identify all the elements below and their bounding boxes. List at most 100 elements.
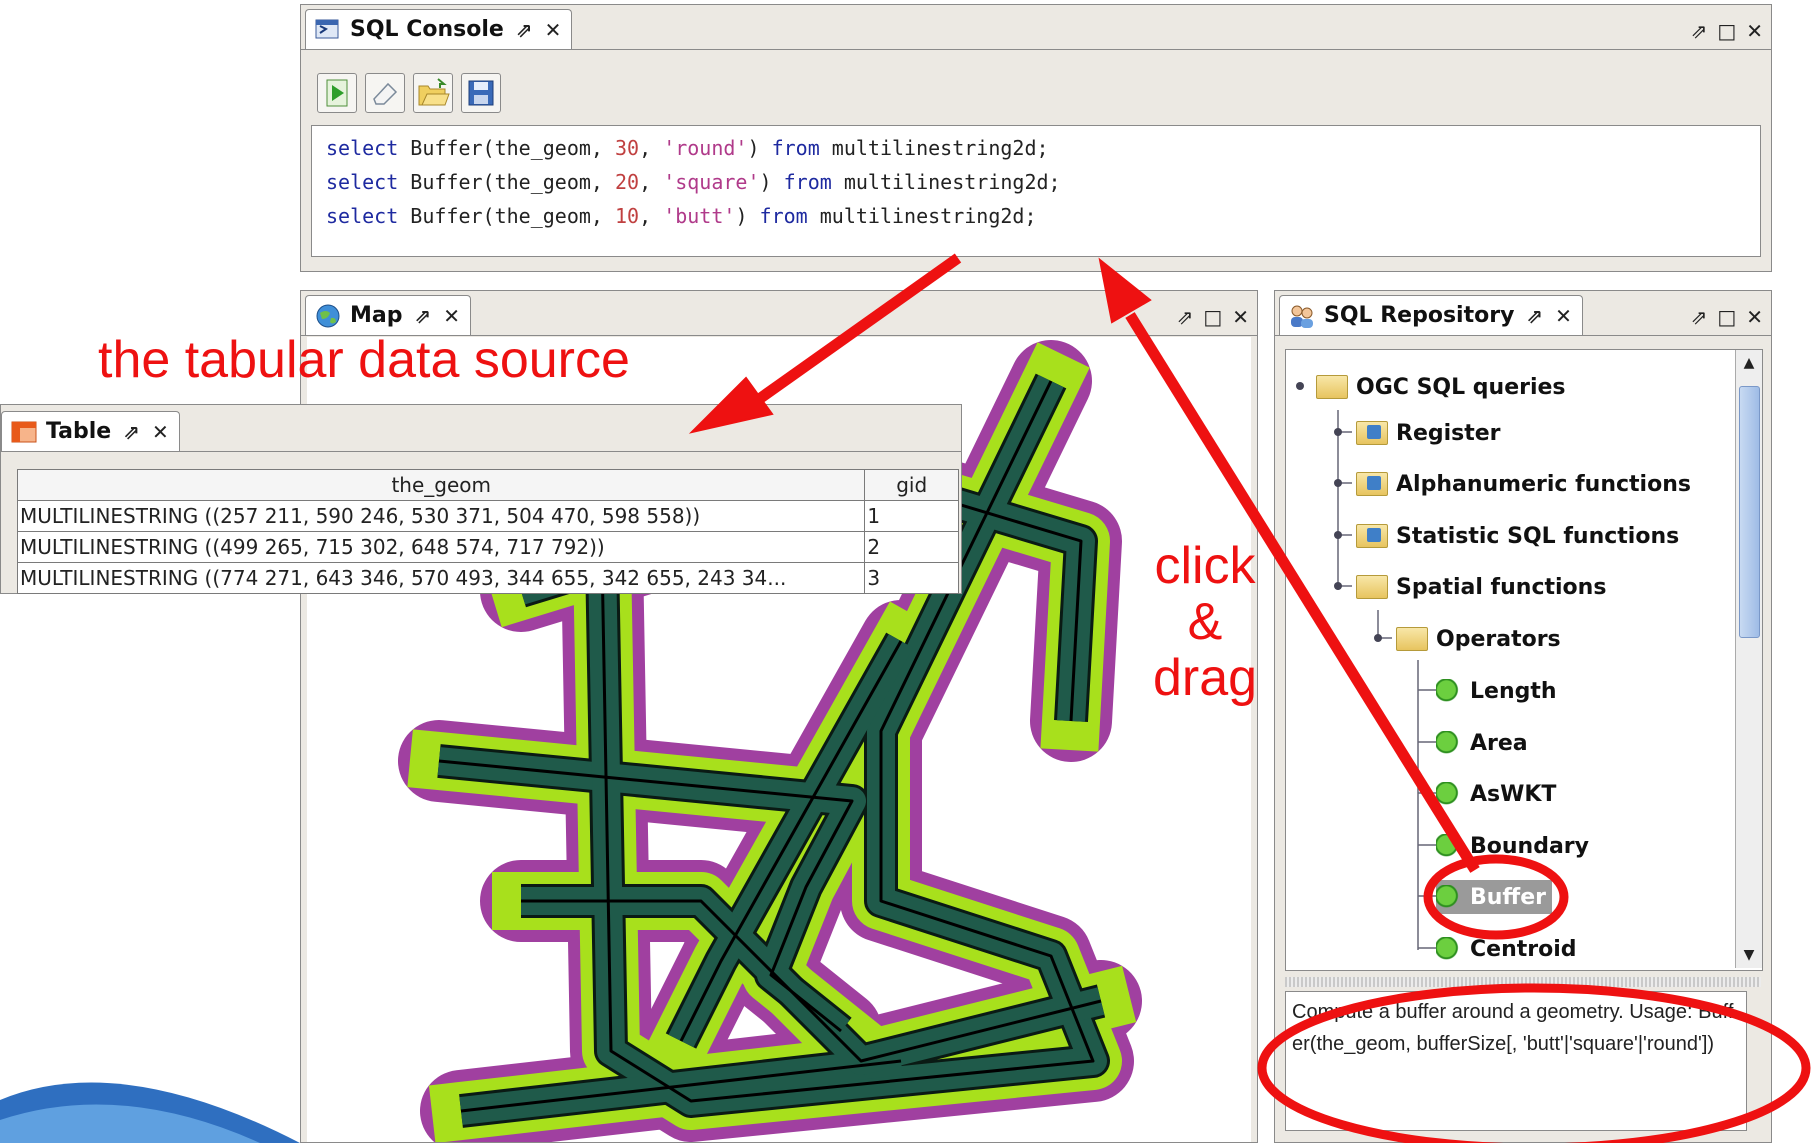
close-icon[interactable]: ✕ [1746, 305, 1763, 329]
undock-icon[interactable]: ⇗ [1526, 304, 1543, 328]
scrollbar-thumb[interactable] [1739, 386, 1760, 638]
tab-table[interactable]: Table ⇗ ✕ [1, 411, 180, 451]
tree-item-ogc-sql-queries[interactable]: OGC SQL queries [1316, 370, 1566, 404]
open-button[interactable] [413, 73, 453, 113]
eraser-icon [373, 82, 398, 105]
sql-text: , [639, 136, 664, 160]
sql-repository-panel: SQL Repository ⇗ ✕ ⇗ □ ✕ OGC SQL queries… [1274, 290, 1772, 1143]
sql-console-toolbar [317, 73, 537, 113]
tree-item-operators[interactable]: Operators [1396, 622, 1561, 656]
tree-item-aswkt[interactable]: AsWKT [1436, 777, 1556, 811]
sql-keyword: select [326, 170, 399, 194]
attribute-table: the_geom gid MULTILINESTRING ((257 211, … [16, 469, 959, 594]
undock-icon[interactable]: ⇗ [1177, 305, 1194, 329]
tab-sql-repository[interactable]: SQL Repository ⇗ ✕ [1279, 295, 1583, 335]
table-icon [11, 421, 37, 442]
execute-button[interactable] [317, 73, 357, 113]
tree-item-statistic-sql-functions[interactable]: Statistic SQL functions [1356, 519, 1679, 553]
close-icon[interactable]: ✕ [443, 304, 460, 328]
sql-keyword: select [326, 136, 399, 160]
scroll-up-icon[interactable]: ▲ [1736, 350, 1762, 376]
undock-icon[interactable]: ⇗ [1691, 19, 1708, 43]
table-cell[interactable]: MULTILINESTRING ((257 211, 590 246, 530 … [16, 500, 866, 532]
sql-keyword: from [759, 204, 808, 228]
sql-editor[interactable]: select Buffer(the_geom, 30, 'round') fro… [311, 125, 1761, 257]
users-icon [1291, 305, 1313, 328]
tree-item-label: Alphanumeric functions [1396, 471, 1691, 497]
tree-item-label: OGC SQL queries [1356, 374, 1566, 400]
sql-string: 'square' [663, 170, 760, 194]
sql-text: multilinestring2d; [807, 204, 1037, 228]
sql-console-icon [315, 19, 339, 38]
folder-open-icon [418, 78, 450, 106]
table-row[interactable]: MULTILINESTRING ((257 211, 590 246, 530 … [16, 500, 959, 532]
tab-sql-console[interactable]: SQL Console ⇗ ✕ [305, 9, 573, 49]
table-cell[interactable]: 3 [864, 562, 959, 594]
table-row[interactable]: MULTILINESTRING ((774 271, 643 346, 570 … [16, 562, 959, 594]
floppy-icon [468, 80, 494, 106]
table-cell[interactable]: 2 [864, 531, 959, 563]
close-icon[interactable]: ✕ [152, 420, 169, 444]
tree-item-label: Statistic SQL functions [1396, 523, 1680, 549]
sql-text: Buffer(the_geom, [398, 136, 615, 160]
sql-text: ) [735, 204, 760, 228]
table-cell[interactable]: 1 [864, 500, 959, 532]
tree-item-register[interactable]: Register [1356, 416, 1501, 450]
table-tabstrip: Table ⇗ ✕ [1, 405, 961, 452]
sql-text: ) [759, 170, 784, 194]
undock-icon[interactable]: ⇗ [123, 420, 140, 444]
sql-number: 20 [615, 170, 640, 194]
puzzle-icon [1436, 937, 1462, 961]
tree-item-buffer[interactable]: Buffer [1436, 880, 1553, 914]
tree-scrollbar[interactable]: ▲ ▼ [1735, 350, 1762, 968]
sql-string: 'butt' [663, 204, 736, 228]
sql-line-1: select Buffer(the_geom, 30, 'round') fro… [326, 136, 1049, 160]
save-button[interactable] [461, 73, 501, 113]
undock-icon[interactable]: ⇗ [1691, 305, 1708, 329]
close-icon[interactable]: ✕ [1555, 304, 1572, 328]
sql-text: , [639, 170, 664, 194]
sql-text: ) [747, 136, 772, 160]
table-cell[interactable]: MULTILINESTRING ((774 271, 643 346, 570 … [16, 562, 866, 594]
maximize-icon[interactable]: □ [1717, 19, 1736, 43]
close-icon[interactable]: ✕ [1746, 19, 1763, 43]
drag-text: drag [1152, 649, 1258, 707]
folder-icon [1356, 524, 1388, 548]
function-tree[interactable]: OGC SQL queries Register Alphanumeric fu… [1285, 349, 1763, 971]
sql-text: , [639, 204, 664, 228]
sql-console-panel: SQL Console ⇗ ✕ ⇗ □ ✕ select Buffer(the_… [300, 4, 1772, 272]
description-text: Compute a buffer around a geometry. Usag… [1292, 1001, 1734, 1055]
sql-line-2: select Buffer(the_geom, 20, 'square') fr… [326, 170, 1061, 194]
column-header-the-geom[interactable]: the_geom [16, 469, 866, 501]
clear-button[interactable] [365, 73, 405, 113]
sql-string: 'round' [663, 136, 748, 160]
tab-map[interactable]: Map ⇗ ✕ [305, 295, 472, 335]
table-title: Table [46, 419, 112, 444]
tree-item-area[interactable]: Area [1436, 726, 1528, 760]
tree-item-boundary[interactable]: Boundary [1436, 829, 1589, 863]
tree-item-label: Spatial functions [1396, 574, 1607, 600]
tree-item-label: Register [1396, 420, 1501, 446]
click-drag-label: click & drag [1130, 538, 1280, 706]
undock-icon[interactable]: ⇗ [415, 304, 432, 328]
maximize-icon[interactable]: □ [1203, 305, 1222, 329]
maximize-icon[interactable]: □ [1717, 305, 1736, 329]
background-swoosh [0, 1082, 300, 1143]
tree-item-label: Length [1470, 678, 1557, 704]
tree-item-length[interactable]: Length [1436, 674, 1557, 708]
close-icon[interactable]: ✕ [545, 18, 562, 42]
undock-icon[interactable]: ⇗ [516, 18, 533, 42]
table-cell[interactable]: MULTILINESTRING ((499 265, 715 302, 648 … [16, 531, 866, 563]
splitter[interactable] [1285, 977, 1761, 987]
puzzle-icon [1436, 782, 1462, 806]
scroll-down-icon[interactable]: ▼ [1736, 942, 1762, 968]
tree-item-alphanumeric-functions[interactable]: Alphanumeric functions [1356, 467, 1691, 501]
table-row[interactable]: MULTILINESTRING ((499 265, 715 302, 648 … [16, 531, 959, 563]
close-icon[interactable]: ✕ [1232, 305, 1249, 329]
column-header-gid[interactable]: gid [864, 469, 959, 501]
tree-item-centroid[interactable]: Centroid [1436, 932, 1577, 966]
tree-item-label: Area [1470, 730, 1528, 756]
tree-item-label: Operators [1436, 626, 1561, 652]
tree-item-label: Boundary [1470, 833, 1589, 859]
tree-item-spatial-functions[interactable]: Spatial functions [1356, 570, 1606, 604]
